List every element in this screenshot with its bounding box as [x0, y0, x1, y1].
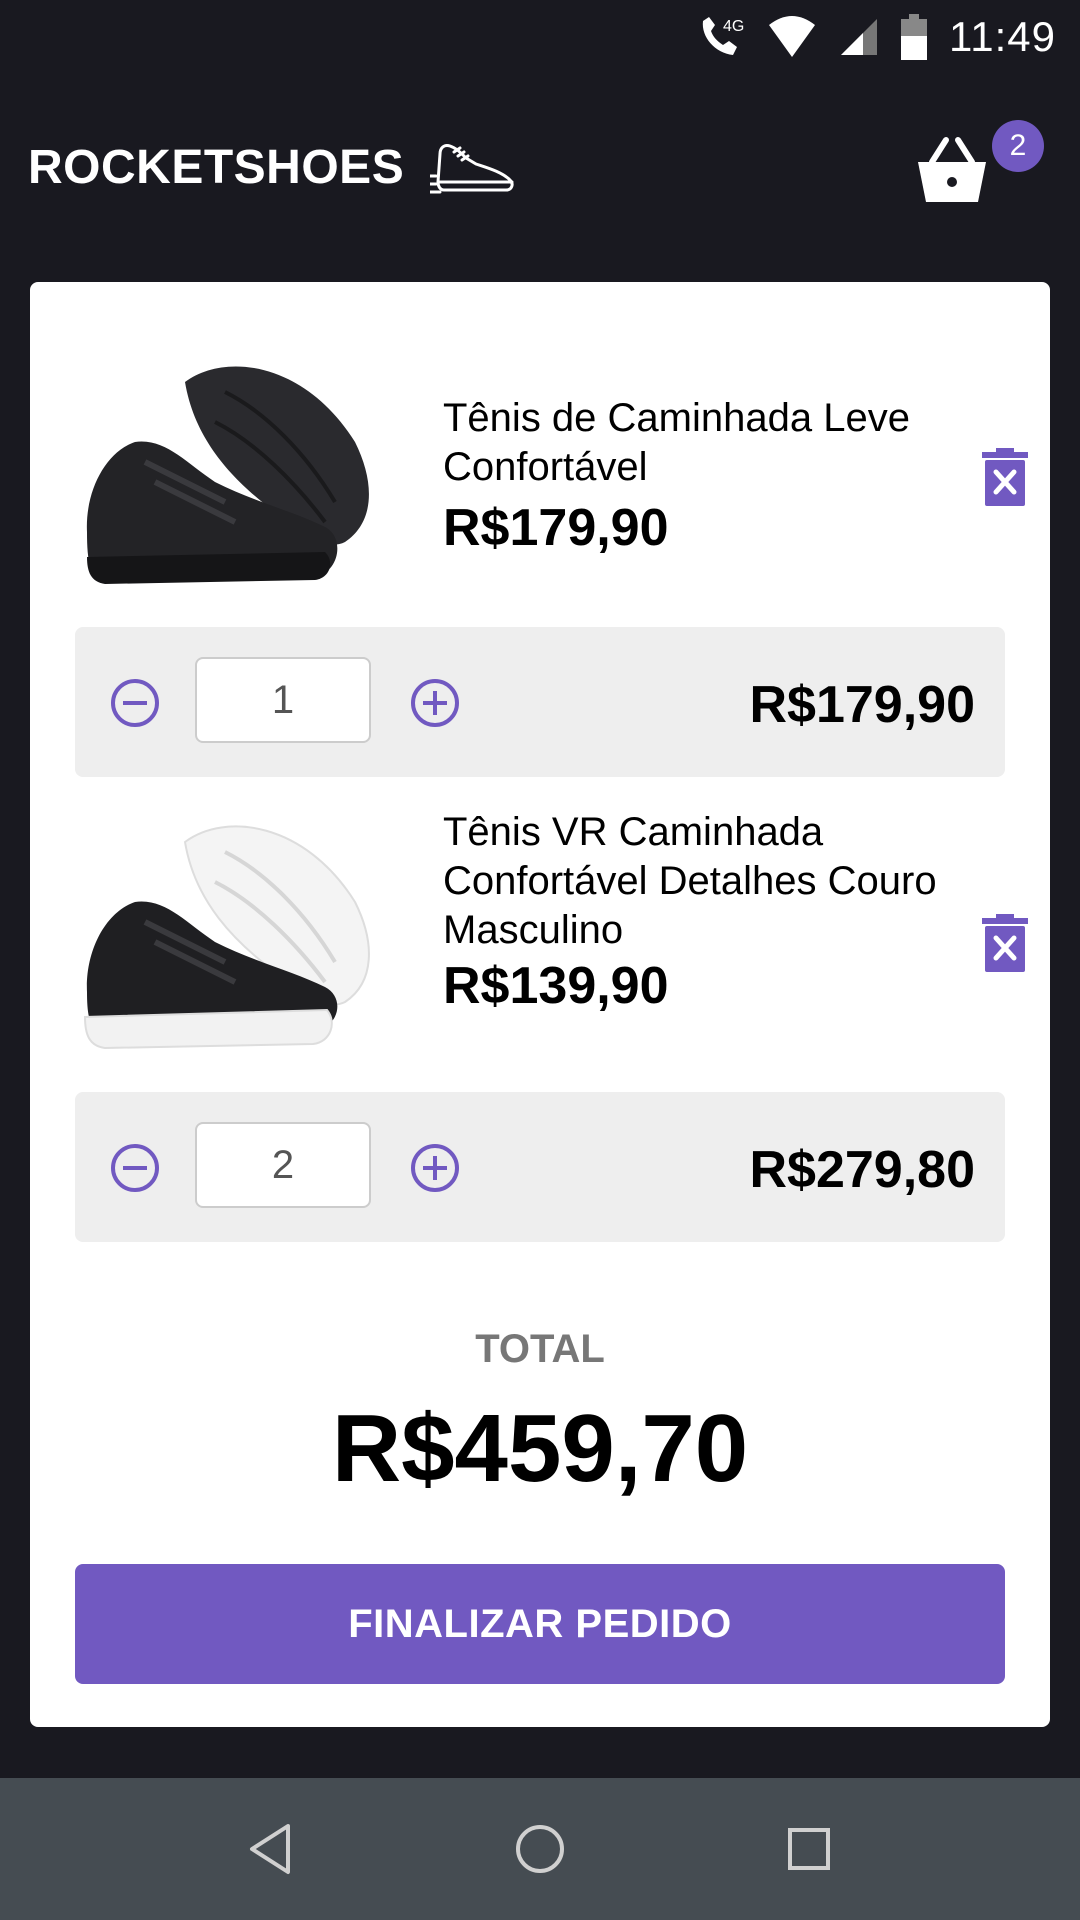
decrease-quantity-icon[interactable]	[109, 677, 161, 729]
back-icon[interactable]	[240, 1818, 302, 1880]
running-shoe-icon	[430, 144, 514, 194]
quantity-panel: R$179,90	[75, 627, 1005, 777]
shopping-basket-icon[interactable]	[914, 132, 990, 208]
call-4g-icon: 4G	[702, 17, 744, 55]
product-image	[86, 366, 369, 584]
quantity-input[interactable]	[195, 1122, 371, 1208]
increase-quantity-icon[interactable]	[409, 677, 461, 729]
recents-icon[interactable]	[778, 1818, 840, 1880]
logo-text: ROCKETSHOES	[28, 140, 405, 194]
delete-icon[interactable]	[982, 914, 1028, 972]
item-subtotal: R$179,90	[749, 676, 975, 734]
cart-card: Tênis de Caminhada Leve Confortável R$17…	[30, 282, 1050, 1727]
home-icon[interactable]	[509, 1818, 571, 1880]
product-title: Tênis VR Caminhada Confortável Detalhes …	[443, 810, 937, 952]
total-value: R$459,70	[331, 1395, 749, 1502]
checkout-button[interactable]: FINALIZAR PEDIDO	[75, 1564, 1005, 1684]
delete-icon[interactable]	[982, 448, 1028, 506]
status-time: 11:49	[949, 13, 1056, 60]
logo[interactable]: ROCKETSHOES	[28, 136, 518, 198]
cart-item: Tênis de Caminhada Leve Confortável R$17…	[75, 352, 1028, 612]
product-price: R$179,90	[443, 499, 669, 557]
battery-icon	[901, 14, 927, 60]
app-header: ROCKETSHOES	[0, 74, 1080, 280]
increase-quantity-icon[interactable]	[409, 1142, 461, 1194]
status-icons: 4G 11:49	[693, 0, 1056, 74]
status-bar: 4G 11:49	[0, 0, 1080, 74]
total-label: TOTAL	[475, 1327, 605, 1371]
signal-icon	[841, 19, 877, 55]
decrease-quantity-icon[interactable]	[109, 1142, 161, 1194]
product-image	[83, 825, 370, 1050]
product-title: Tênis de Caminhada Leve Confortável	[443, 396, 910, 489]
wifi-icon	[769, 16, 815, 57]
product-price: R$139,90	[443, 957, 669, 1015]
cart-item: Tênis VR Caminhada Confortável Detalhes …	[75, 810, 1028, 1072]
item-subtotal: R$279,80	[749, 1141, 975, 1199]
quantity-input[interactable]	[195, 657, 371, 743]
network-type: 4G	[723, 18, 744, 35]
quantity-panel: R$279,80	[75, 1092, 1005, 1242]
navigation-bar	[0, 1778, 1080, 1920]
cart-count-badge: 2	[992, 120, 1044, 172]
